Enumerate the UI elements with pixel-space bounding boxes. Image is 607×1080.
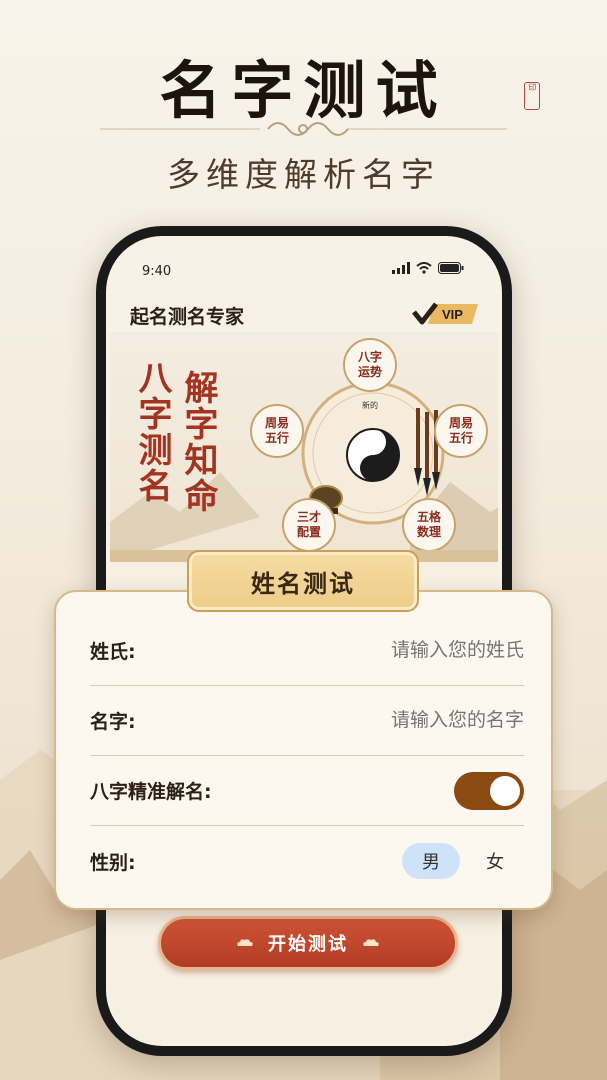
toggle-knob <box>490 775 520 806</box>
ornament-divider <box>100 122 507 136</box>
given-name-input[interactable] <box>284 709 524 732</box>
center-caption: 新的 <box>362 401 378 410</box>
yin-yang-icon <box>346 428 400 482</box>
bazi-toggle[interactable] <box>454 771 524 810</box>
start-test-button[interactable]: 开始测试 <box>158 916 458 970</box>
name-test-form: 姓氏: 名字: 八字精准解名: 性别: 男 女 <box>54 590 553 910</box>
given-name-label: 名字: <box>90 711 136 733</box>
start-test-label: 开始测试 <box>268 934 348 955</box>
promo-subtitle: 多维度解析名字 <box>167 155 440 194</box>
bazi-label: 八字精准解名: <box>90 781 212 803</box>
gender-row: 性别: 男 女 <box>90 826 524 896</box>
surname-label: 姓氏: <box>90 641 136 663</box>
form-tab-title: 姓名测试 <box>187 550 419 612</box>
wheel-node-zhouyi-right: 周易 五行 <box>434 404 488 458</box>
slogan-right: 解字知命 <box>178 370 218 514</box>
cloud-ornament-right-icon <box>363 939 379 946</box>
vip-label: VIP <box>442 307 463 322</box>
wheel-node-zhouyi-left: 周易 五行 <box>250 404 304 458</box>
cloud-ornament-left-icon <box>237 939 253 946</box>
surname-row: 姓氏: <box>90 616 524 686</box>
vip-badge[interactable]: VIP <box>412 302 480 326</box>
wheel-node-wuge: 五格 数理 <box>402 498 456 552</box>
wheel-node-bazi: 八字 运势 <box>343 338 397 392</box>
slogan-left: 八字测名 <box>132 360 172 504</box>
gender-selector: 男 女 <box>402 843 524 879</box>
wheel-node-sancai: 三才 配置 <box>282 498 336 552</box>
battery-icon <box>438 262 464 274</box>
gender-female-option[interactable]: 女 <box>466 843 524 879</box>
gender-label: 性别: <box>90 851 136 874</box>
app-title: 起名测名专家 <box>130 306 245 328</box>
seal-stamp: 印 <box>524 82 540 110</box>
surname-input[interactable] <box>284 639 524 662</box>
signal-icon <box>392 262 410 274</box>
status-icons <box>392 262 464 274</box>
gender-male-option[interactable]: 男 <box>402 843 460 879</box>
wifi-icon <box>416 262 432 274</box>
hero-banner: 八字测名 解字知命 八字 运势 周易 五行 周易 五行 三才 配置 五格 数理 … <box>110 332 498 564</box>
status-time: 9:40 <box>142 264 172 279</box>
given-name-row: 名字: <box>90 686 524 756</box>
banner-slogan: 八字测名 解字知命 <box>132 360 218 514</box>
bagua-wheel: 八字 运势 周易 五行 周易 五行 三才 配置 五格 数理 新的 <box>250 338 490 554</box>
bazi-row: 八字精准解名: <box>90 756 524 826</box>
